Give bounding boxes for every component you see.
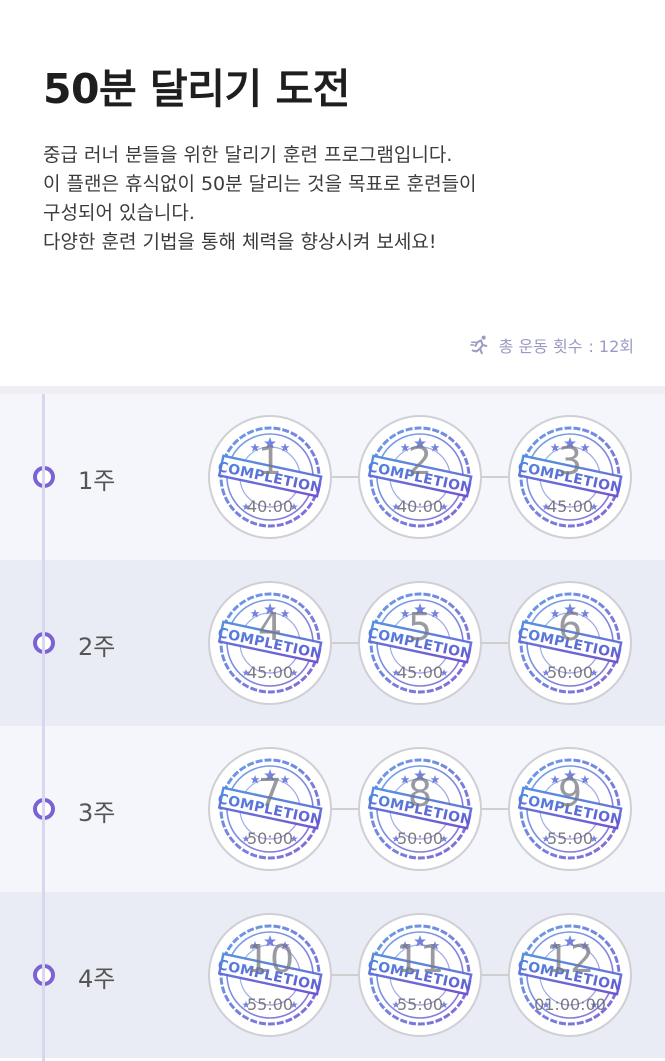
session-duration: 50:00 (246, 829, 294, 848)
session-duration: 45:00 (546, 497, 594, 516)
session-duration: 45:00 (246, 663, 294, 682)
week-row: 1주 COMPLETION 1 40:00 COMPLETION 2 40:00… (0, 394, 665, 560)
session-duration: 40:00 (246, 497, 294, 516)
session-badge[interactable]: COMPLETION 12 01:00:00 (508, 913, 632, 1037)
session-connector (332, 808, 358, 810)
session-badge[interactable]: COMPLETION 8 50:00 (358, 747, 482, 871)
section-divider (0, 386, 665, 394)
total-workouts-label: 총 운동 횟수 (498, 337, 583, 356)
session-badge[interactable]: COMPLETION 1 40:00 (208, 415, 332, 539)
session-number: 5 (407, 605, 433, 649)
page-title: 50분 달리기 도전 (43, 65, 350, 113)
total-workouts-count: : 12회 (588, 337, 634, 356)
session-connector (482, 808, 508, 810)
session-connector (482, 974, 508, 976)
week-label: 3주 (78, 799, 116, 827)
running-person-icon (469, 335, 488, 355)
week-row: 3주 COMPLETION 7 50:00 COMPLETION 8 50:00… (0, 726, 665, 892)
session-connector (332, 974, 358, 976)
session-duration: 50:00 (396, 829, 444, 848)
timeline-line (42, 394, 45, 1061)
session-badge[interactable]: COMPLETION 7 50:00 (208, 747, 332, 871)
session-number: 9 (557, 771, 583, 815)
session-connector (482, 642, 508, 644)
session-number: 10 (245, 937, 295, 981)
session-connector (332, 642, 358, 644)
week-list: 1주 COMPLETION 1 40:00 COMPLETION 2 40:00… (0, 394, 665, 1058)
session-number: 1 (257, 439, 283, 483)
session-number: 4 (257, 605, 283, 649)
total-workouts: 총 운동 횟수 : 12회 (469, 333, 634, 357)
session-duration: 55:00 (246, 995, 294, 1014)
session-duration: 01:00:00 (534, 995, 606, 1014)
week-label: 4주 (78, 965, 116, 993)
description-line: 다양한 훈련 기법을 통해 체력을 향상시켜 보세요! (43, 231, 437, 253)
session-badge[interactable]: COMPLETION 9 55:00 (508, 747, 632, 871)
plan-description: 중급 러너 분들을 위한 달리기 훈련 프로그램입니다. 이 플랜은 휴식없이 … (43, 141, 643, 257)
week-row: 2주 COMPLETION 4 45:00 COMPLETION 5 45:00… (0, 560, 665, 726)
session-badge[interactable]: COMPLETION 4 45:00 (208, 581, 332, 705)
session-number: 6 (557, 605, 583, 649)
week-label: 1주 (78, 467, 116, 495)
session-badge[interactable]: COMPLETION 6 50:00 (508, 581, 632, 705)
description-line: 중급 러너 분들을 위한 달리기 훈련 프로그램입니다. (43, 144, 453, 166)
session-duration: 55:00 (546, 829, 594, 848)
session-badge[interactable]: COMPLETION 11 55:00 (358, 913, 482, 1037)
session-badge[interactable]: COMPLETION 5 45:00 (358, 581, 482, 705)
week-label: 2주 (78, 633, 116, 661)
session-badge[interactable]: COMPLETION 10 55:00 (208, 913, 332, 1037)
session-number: 12 (545, 937, 595, 981)
session-number: 3 (557, 439, 583, 483)
session-duration: 40:00 (396, 497, 444, 516)
session-badge[interactable]: COMPLETION 3 45:00 (508, 415, 632, 539)
description-line: 구성되어 있습니다. (43, 202, 195, 224)
session-connector (332, 476, 358, 478)
session-badge[interactable]: COMPLETION 2 40:00 (358, 415, 482, 539)
session-duration: 45:00 (396, 663, 444, 682)
session-number: 7 (257, 771, 283, 815)
plan-header: 50분 달리기 도전 중급 러너 분들을 위한 달리기 훈련 프로그램입니다. … (0, 0, 665, 386)
session-duration: 55:00 (396, 995, 444, 1014)
description-line: 이 플랜은 휴식없이 50분 달리는 것을 목표로 훈련들이 (43, 173, 477, 195)
session-number: 8 (407, 771, 433, 815)
session-number: 2 (407, 439, 433, 483)
session-connector (482, 476, 508, 478)
session-duration: 50:00 (546, 663, 594, 682)
week-row: 4주 COMPLETION 10 55:00 COMPLETION 11 55:… (0, 892, 665, 1058)
session-number: 11 (395, 937, 445, 981)
